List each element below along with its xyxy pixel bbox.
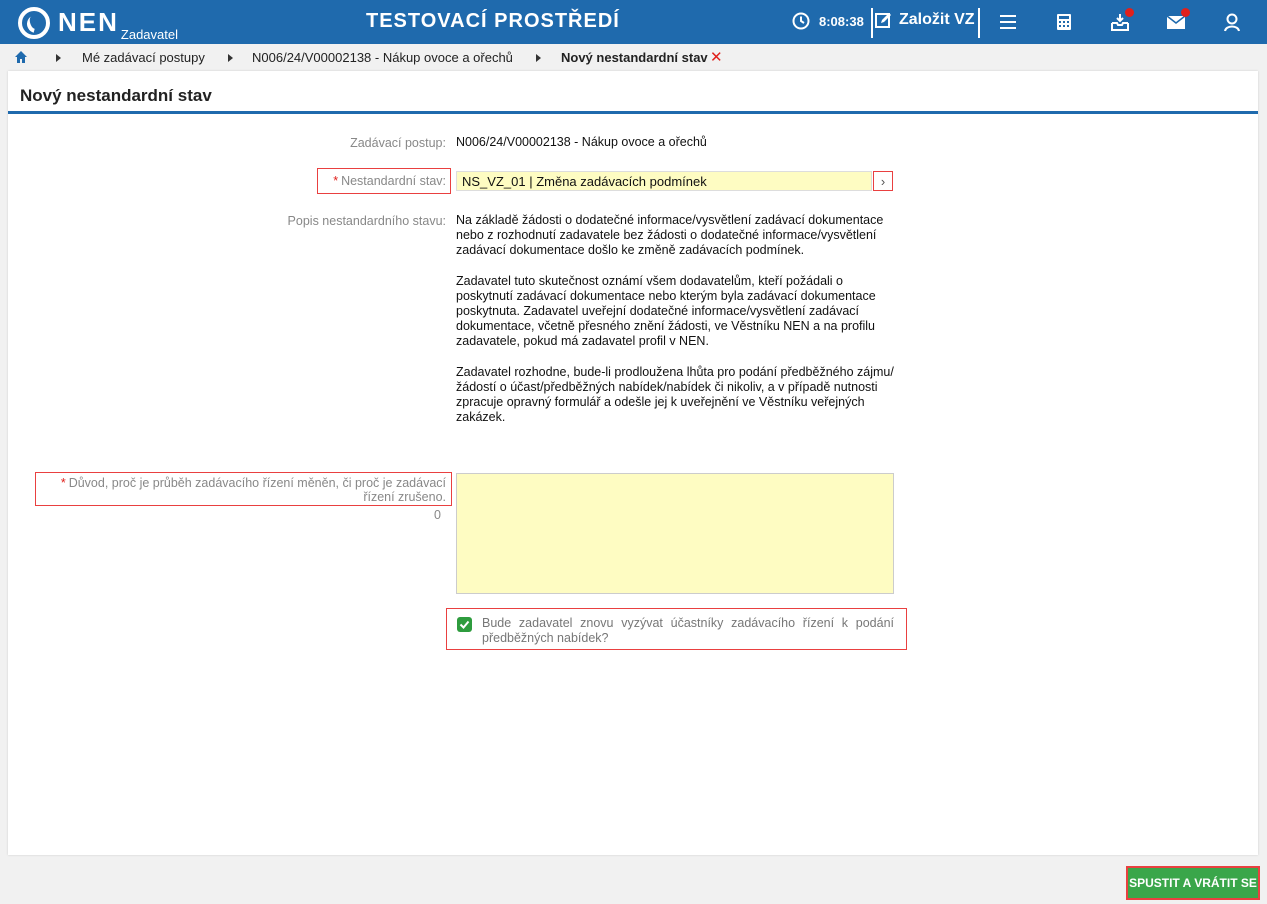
nen-logo[interactable]: NEN Zadavatel — [18, 5, 178, 42]
inbox-button[interactable] — [1110, 8, 1134, 32]
checkmark-icon — [459, 620, 470, 629]
menu-button[interactable] — [998, 12, 1018, 32]
logo-subtitle: Zadavatel — [120, 27, 178, 42]
home-icon[interactable] — [14, 50, 28, 64]
top-bar: NEN Zadavatel TESTOVACÍ PROSTŘEDÍ 8:08:3… — [0, 0, 1267, 44]
description-text: Na základě žádosti o dodatečné informace… — [456, 213, 896, 440]
title-underline — [8, 111, 1258, 114]
session-clock: 8:08:38 — [792, 12, 864, 30]
breadcrumb-item-current: Nový nestandardní stav — [561, 50, 708, 65]
reinvite-checkbox-label[interactable]: Bude zadavatel znovu vyzývat účastníky z… — [482, 616, 894, 646]
chevron-right-icon — [536, 54, 541, 62]
create-vz-label: Založit VZ — [899, 11, 975, 28]
divider — [871, 8, 873, 38]
chevron-right-icon — [228, 54, 233, 62]
reason-textarea[interactable] — [456, 473, 894, 594]
logo-text: NEN — [58, 7, 119, 37]
description-paragraph: Zadavatel rozhodne, bude-li prodloužena … — [456, 364, 894, 425]
run-and-return-button[interactable]: SPUSTIT A VRÁTIT SE — [1126, 866, 1260, 900]
chevron-right-icon — [56, 54, 61, 62]
notification-dot — [1181, 8, 1190, 17]
chevron-right-icon: › — [880, 173, 886, 189]
divider — [978, 8, 980, 38]
create-vz-button[interactable]: Založit VZ — [875, 11, 975, 29]
form-panel: Nový nestandardní stav Zadávací postup: … — [8, 71, 1258, 855]
notification-dot — [1125, 8, 1134, 17]
reason-char-count: 0 — [434, 508, 441, 522]
edit-icon — [875, 12, 891, 28]
menu-icon — [1000, 15, 1016, 29]
reinvite-checkbox[interactable] — [457, 617, 472, 632]
session-time: 8:08:38 — [819, 13, 864, 29]
select-open-button[interactable]: › — [873, 171, 893, 191]
user-icon — [1224, 13, 1240, 32]
breadcrumb-item-my-procedures[interactable]: Mé zadávací postupy — [82, 50, 205, 65]
clock-icon — [792, 12, 810, 30]
reason-label: * Důvod, proč je průběh zadávacího řízení… — [60, 476, 446, 504]
logo-icon — [18, 7, 50, 39]
description-paragraph: Na základě žádosti o dodatečné informace… — [456, 213, 884, 258]
description-paragraph: Zadavatel tuto skutečnost oznámí všem do… — [456, 273, 876, 349]
description-label: Popis nestandardního stavu: — [287, 214, 446, 228]
procedure-label: Zadávací postup: — [350, 136, 446, 150]
page-title: Nový nestandardní stav — [20, 86, 212, 105]
environment-title: TESTOVACÍ PROSTŘEDÍ — [366, 10, 620, 32]
close-tab-icon[interactable]: ✕ — [710, 48, 723, 66]
calculator-button[interactable] — [1054, 12, 1074, 32]
mail-button[interactable] — [1166, 8, 1190, 32]
breadcrumb: Mé zadávací postupy N006/24/V00002138 - … — [0, 44, 1267, 71]
nonstandard-state-label: * Nestandardní stav: — [333, 174, 446, 188]
user-button[interactable] — [1222, 12, 1242, 32]
calculator-icon — [1057, 14, 1071, 30]
nonstandard-state-select[interactable]: NS_VZ_01 | Změna zadávacích podmínek — [456, 171, 872, 191]
procedure-value: N006/24/V00002138 - Nákup ovoce a ořechů — [456, 135, 707, 149]
breadcrumb-item-procedure[interactable]: N006/24/V00002138 - Nákup ovoce a ořechů — [252, 50, 513, 65]
